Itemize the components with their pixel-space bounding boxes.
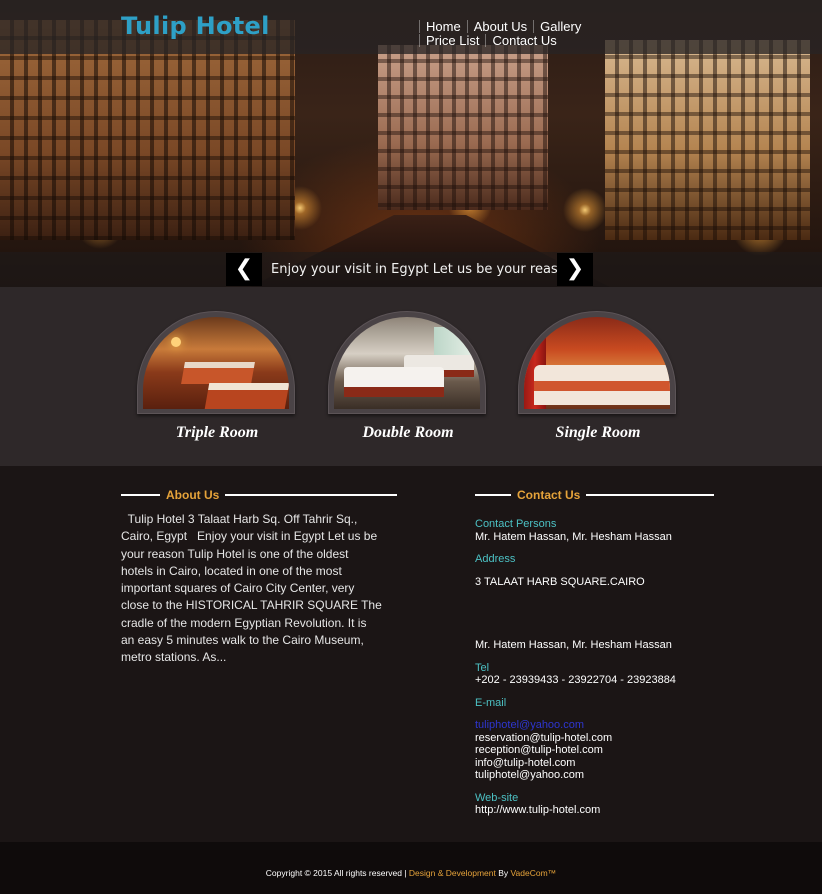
copyright: Copyright © 2015 All rights reserved | — [265, 868, 409, 878]
site-logo[interactable]: Tulip Hotel — [121, 12, 270, 40]
tel-value: +202 - 23939433 - 23922704 - 23923884 — [475, 674, 676, 686]
main-nav: Home About Us Gallery Price List Contact Us — [419, 20, 649, 48]
about-text: Tulip Hotel 3 Talaat Harb Sq. Off Tahrir… — [121, 512, 386, 665]
email-link[interactable]: tuliphotel@yahoo.com — [475, 719, 775, 732]
contact-heading: Contact Us — [475, 488, 715, 502]
slider-next-button[interactable]: ❯ — [557, 253, 593, 286]
hero-building-right — [605, 40, 810, 240]
design-credit-link[interactable]: Design & Development — [409, 868, 496, 878]
hero-building-center — [378, 45, 548, 210]
divider — [475, 494, 511, 496]
room-card-single[interactable]: Single Room — [518, 311, 678, 442]
footer-text: Copyright © 2015 All rights reserved | D… — [0, 868, 822, 878]
info-section: About Us Tulip Hotel 3 Talaat Harb Sq. O… — [0, 466, 822, 842]
email-yahoo: tuliphotel@yahoo.com — [475, 769, 585, 781]
nav-gallery[interactable]: Gallery — [533, 20, 587, 33]
address: 3 TALAAT HARB SQUARE.CAIRO — [475, 575, 645, 588]
contact-persons: Mr. Hatem Hassan, Mr. Hesham Hassan — [475, 530, 672, 543]
hero-slider: Tulip Hotel Home About Us Gallery Price Lis… — [0, 0, 822, 287]
rooms-section: Triple Room Double Room Single Room — [0, 287, 822, 466]
address-label: Address — [475, 553, 516, 565]
page: Tulip Hotel Home About Us GalleryPrice Lis… — [0, 0, 822, 894]
website-value: http://www.tulip-hotel.com — [475, 804, 601, 816]
room-label[interactable]: Double Room — [328, 424, 488, 442]
nav-about-us[interactable]: About Us — [466, 20, 533, 33]
email-label: E-mail — [475, 696, 507, 709]
divider — [121, 494, 160, 496]
chevron-right-icon: ❯ — [565, 256, 585, 281]
room-card-double[interactable]: Double Room — [328, 311, 488, 442]
about-heading: About Us — [121, 488, 398, 502]
by-text: By — [495, 868, 511, 878]
room-image-double[interactable] — [334, 317, 480, 409]
about-title: About Us — [166, 488, 220, 502]
divider — [225, 494, 398, 496]
slider-prev-button[interactable]: ❮ — [226, 253, 262, 286]
room-image-frame — [328, 311, 486, 414]
nav-contact-us[interactable]: Contact Us — [485, 34, 562, 47]
contact-details: Contact Persons Mr. Hatem Hassan, Mr. He… — [475, 518, 775, 817]
contact-title: Contact Us — [517, 488, 581, 502]
email-reservation: reservation@tulip-hotel.com — [475, 731, 613, 744]
nav-home[interactable]: Home — [419, 20, 467, 33]
website-label: Web-site — [475, 791, 519, 804]
room-card-triple[interactable]: Triple Room — [137, 311, 297, 442]
slider-caption: Enjoy your visit in Egypt Let us be your… — [271, 262, 574, 277]
company-link[interactable]: VadeCom™ — [511, 868, 557, 878]
email-reception: reception@tulip-hotel.com — [475, 744, 603, 756]
room-image-single[interactable] — [524, 317, 670, 409]
room-image-frame — [137, 311, 295, 414]
nav-price-list[interactable]: Price List — [419, 34, 485, 47]
room-label[interactable]: Single Room — [518, 424, 678, 442]
contact-persons-repeat: Mr. Hatem Hassan, Mr. Hesham Hassan — [475, 639, 672, 651]
chevron-left-icon: ❮ — [234, 256, 254, 281]
room-image-triple[interactable] — [143, 317, 289, 409]
email-info: info@tulip-hotel.com — [475, 756, 576, 769]
divider — [586, 494, 715, 496]
footer: Copyright © 2015 All rights reserved | D… — [0, 842, 822, 894]
tel-label: Tel — [475, 661, 490, 674]
contact-persons-label: Contact Persons — [475, 518, 557, 530]
room-image-frame — [518, 311, 676, 414]
room-label[interactable]: Triple Room — [137, 424, 297, 442]
